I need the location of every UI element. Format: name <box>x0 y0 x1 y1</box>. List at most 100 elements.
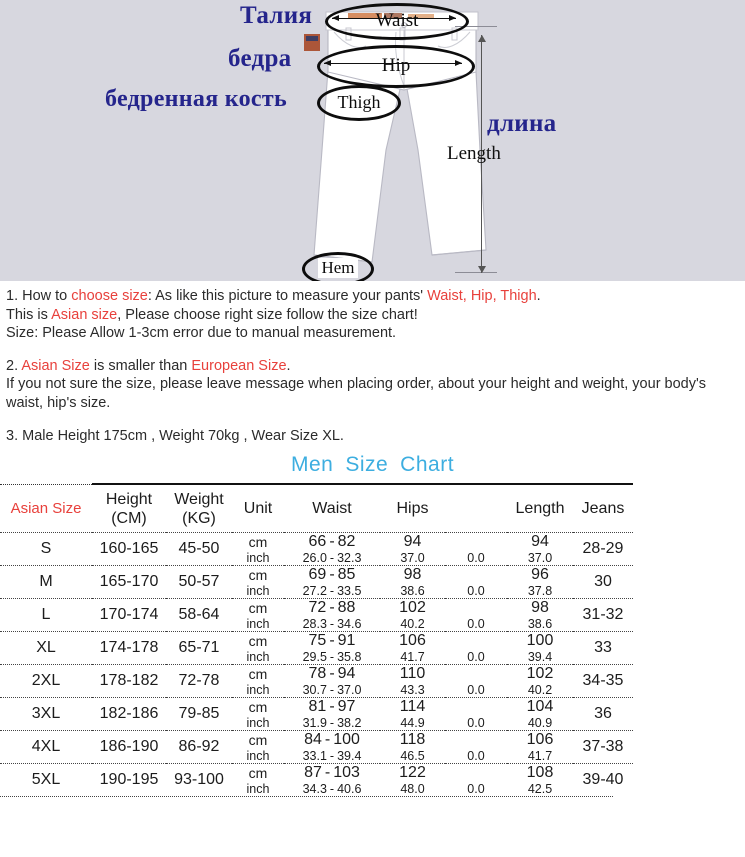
chart-title-word-3: Chart <box>400 453 455 477</box>
cell-hips-inch: 43.3 <box>400 683 425 698</box>
chart-title: Men Size Chart <box>0 453 745 477</box>
thigh-callout: Thigh <box>317 85 401 121</box>
cell-hips-cm: 102 <box>380 598 445 618</box>
cell-unit-inch: inch <box>246 749 270 764</box>
cell-waist-cm: 72-88 <box>284 598 380 618</box>
cell-weight: 72-78 <box>166 664 232 698</box>
hip-callout: Hip <box>317 45 475 88</box>
note-line-1: 1. How to choose size: As like this pict… <box>6 287 739 306</box>
hem-callout: Hem <box>302 252 374 281</box>
cell-blank-cm <box>445 532 507 552</box>
cell-waist-cm: 81-97 <box>284 697 380 717</box>
cell-unit-cm: cm <box>232 631 284 651</box>
cell-waist-inch: 34.3-40.6 <box>302 782 362 797</box>
cell-blank-cm <box>445 631 507 651</box>
cell-waist-cm: 84-100 <box>284 730 380 750</box>
cell-length-inch: 37.8 <box>527 584 553 599</box>
cell-waist-cm: 78-94 <box>284 664 380 684</box>
note-1-text-b: : As like this picture to measure your p… <box>147 288 428 304</box>
cell-hips-cm: 118 <box>380 730 445 750</box>
cell-height: 170-174 <box>92 598 166 632</box>
russian-label-thigh: бедренная кость <box>105 86 287 112</box>
note-line-6: 3. Male Height 175cm , Weight 70kg , Wea… <box>6 427 344 444</box>
table-row: M 165-170 50-57 cm 69-85 98 96 30 <box>0 565 633 599</box>
cell-hips-cm: 122 <box>380 763 445 783</box>
cell-jeans: 33 <box>573 631 633 665</box>
cell-waist-inch: 30.7-37.0 <box>302 683 362 698</box>
header-weight-line1: Weight <box>174 490 224 508</box>
cell-length-cm: 96 <box>507 565 573 585</box>
note-4-text-b: is smaller than <box>89 357 192 374</box>
notes-spacer-1 <box>6 343 739 357</box>
header-height-line1: Height <box>105 490 153 508</box>
cell-jeans: 28-29 <box>573 532 633 566</box>
cell-weight: 50-57 <box>166 565 232 599</box>
cell-blank-inch: 0.0 <box>467 749 485 764</box>
header-height: Height (CM) <box>92 483 166 533</box>
cell-hips-inch: 46.5 <box>400 749 425 764</box>
cell-length-inch: 38.6 <box>527 617 553 632</box>
cell-waist-inch: 27.2-33.5 <box>302 584 362 599</box>
waist-callout: Waist <box>325 3 469 40</box>
table-body: S 160-165 45-50 cm 66-82 94 94 28-29 inch 26.0-32… <box>0 532 633 797</box>
cell-hips-inch: 41.7 <box>400 650 425 665</box>
cell-hips-inch: 48.0 <box>400 782 425 797</box>
cell-unit-cm: cm <box>232 565 284 585</box>
cell-length-cm: 100 <box>507 631 573 651</box>
note-line-3: Size: Please Allow 1-3cm error due to ma… <box>6 325 397 342</box>
cell-length-cm: 104 <box>507 697 573 717</box>
size-guide-illustration: Waist Hip Thigh Hem Талия бедра бедренна… <box>0 0 745 281</box>
size-chart-wrapper: Asian Size Height (CM) Weight (KG) Unit Wa… <box>0 483 745 798</box>
cell-blank-cm <box>445 565 507 585</box>
cell-jeans: 39-40 <box>573 763 633 797</box>
note-2-highlight: Asian size <box>51 306 118 323</box>
cell-unit-inch: inch <box>246 584 270 599</box>
cell-hips-cm: 106 <box>380 631 445 651</box>
chart-title-word-2: Size <box>345 453 389 477</box>
cell-jeans: 37-38 <box>573 730 633 764</box>
russian-label-waist: Талия <box>240 2 313 29</box>
cell-size: XL <box>0 631 92 665</box>
cell-size: 4XL <box>0 730 92 764</box>
cell-unit-cm: cm <box>232 664 284 684</box>
cell-unit-inch: inch <box>246 782 270 797</box>
cell-blank-cm <box>445 763 507 783</box>
note-1-highlight-1: choose size <box>71 288 148 304</box>
table-row: 2XL 178-182 72-78 cm 78-94 110 102 34-35 <box>0 664 633 698</box>
note-4-text-c: . <box>286 357 291 374</box>
note-2-text-a: This is <box>6 306 52 323</box>
cell-unit-cm: cm <box>232 598 284 618</box>
cell-height: 178-182 <box>92 664 166 698</box>
cell-hips-cm: 110 <box>380 664 445 684</box>
cell-blank-cm <box>445 730 507 750</box>
length-tick-bottom <box>455 272 497 273</box>
cell-size: L <box>0 598 92 632</box>
cell-height: 165-170 <box>92 565 166 599</box>
cell-hips-cm: 114 <box>380 697 445 717</box>
cell-size: 3XL <box>0 697 92 731</box>
cell-waist-inch: 26.0-32.3 <box>302 551 362 566</box>
note-4-highlight-1: Asian Size <box>21 357 90 374</box>
russian-label-length: длина <box>487 110 557 137</box>
note-line-5: If you not sure the size, please leave m… <box>6 376 707 411</box>
waist-label: Waist <box>375 9 419 31</box>
cell-weight: 65-71 <box>166 631 232 665</box>
cell-blank-inch: 0.0 <box>467 617 485 632</box>
header-jeans: Jeans <box>573 483 633 533</box>
note-4-text-a: 2. <box>6 357 22 374</box>
cell-unit-cm: cm <box>232 697 284 717</box>
note-2-text-b: , Please choose right size follow the si… <box>117 306 418 323</box>
cell-hips-inch: 40.2 <box>400 617 425 632</box>
table-header-row: Asian Size Height (CM) Weight (KG) Unit Wa… <box>0 483 633 533</box>
cell-unit-cm: cm <box>232 532 284 552</box>
cell-unit-inch: inch <box>246 716 270 731</box>
table-row: 5XL 190-195 93-100 cm 87-103 122 108 39-40 <box>0 763 633 797</box>
cell-length-inch: 40.2 <box>527 683 553 698</box>
cell-weight: 45-50 <box>166 532 232 566</box>
header-unit: Unit <box>232 483 284 533</box>
table-row: L 170-174 58-64 cm 72-88 102 98 31-32 <box>0 598 633 632</box>
chart-title-word-1: Men <box>290 453 334 477</box>
cell-size: 2XL <box>0 664 92 698</box>
cell-height: 160-165 <box>92 532 166 566</box>
note-line-4: 2. Asian Size is smaller than European S… <box>6 357 739 376</box>
